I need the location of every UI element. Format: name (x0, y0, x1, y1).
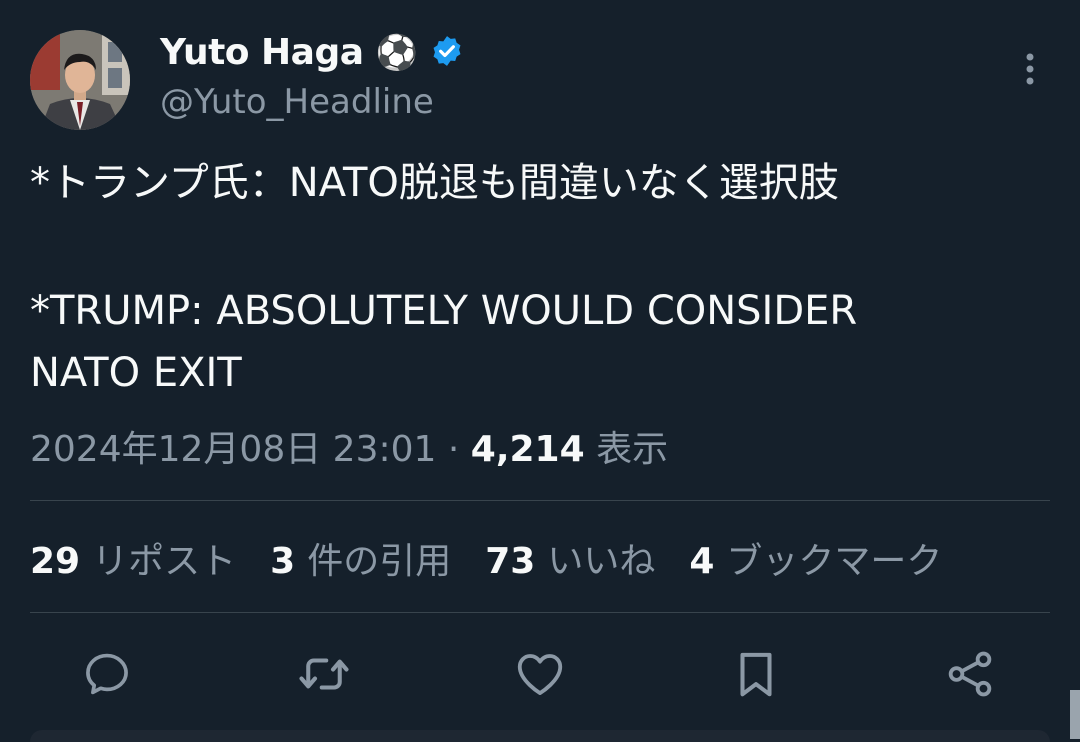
avatar-image (30, 30, 130, 130)
bookmark-icon (740, 652, 772, 697)
meta-separator: · (436, 429, 471, 470)
bookmarks-stat[interactable]: 4 ブックマーク (689, 532, 942, 584)
verified-badge-icon (430, 34, 464, 72)
quotes-stat[interactable]: 3 件の引用 (270, 532, 451, 584)
reply-icon (86, 653, 128, 695)
reply-composer-edge[interactable] (30, 730, 1050, 742)
tweet-text-en-line2: NATO EXIT (30, 350, 242, 396)
views-label: 表示 (596, 429, 669, 470)
author-handle[interactable]: @Yuto_Headline (160, 82, 434, 122)
likes-count: 73 (485, 541, 536, 582)
bookmarks-count: 4 (689, 541, 715, 582)
quotes-count: 3 (270, 541, 296, 582)
author-name[interactable]: Yuto Haga (160, 32, 364, 73)
avatar[interactable] (30, 30, 130, 130)
retweet-icon (299, 658, 349, 690)
timestamp[interactable]: 2024年12月08日 23:01 (30, 429, 436, 470)
quotes-label: 件の引用 (307, 541, 452, 582)
reposts-label: リポスト (92, 541, 237, 582)
reply-button[interactable] (79, 646, 135, 702)
reposts-stat[interactable]: 29 リポスト (30, 532, 236, 584)
reposts-count: 29 (30, 541, 81, 582)
share-icon (948, 651, 992, 697)
divider (30, 612, 1050, 613)
views-count: 4,214 (470, 429, 585, 470)
scrollbar[interactable] (1070, 690, 1080, 739)
bookmarks-label: ブックマーク (726, 541, 943, 582)
share-button[interactable] (942, 646, 998, 702)
likes-stat[interactable]: 73 いいね (485, 532, 655, 584)
bookmark-button[interactable] (728, 646, 784, 702)
author-name-row[interactable]: Yuto Haga ⚽ (160, 32, 464, 73)
tweet-text-jp: *トランプ氏：NATO脱退も間違いなく選択肢 (30, 160, 839, 206)
soccer-ball-icon: ⚽ (375, 32, 418, 73)
engagement-stats: 29 リポスト 3 件の引用 73 いいね 4 ブックマーク (30, 532, 942, 584)
like-icon (517, 654, 563, 696)
tweet-meta: 2024年12月08日 23:01 · 4,214 表示 (30, 420, 668, 472)
more-options-icon[interactable] (1016, 52, 1044, 86)
likes-label: いいね (547, 541, 656, 582)
retweet-button[interactable] (296, 646, 352, 702)
like-button[interactable] (512, 646, 568, 702)
tweet-text-en-line1: *TRUMP: ABSOLUTELY WOULD CONSIDER (30, 288, 858, 334)
divider (30, 500, 1050, 501)
